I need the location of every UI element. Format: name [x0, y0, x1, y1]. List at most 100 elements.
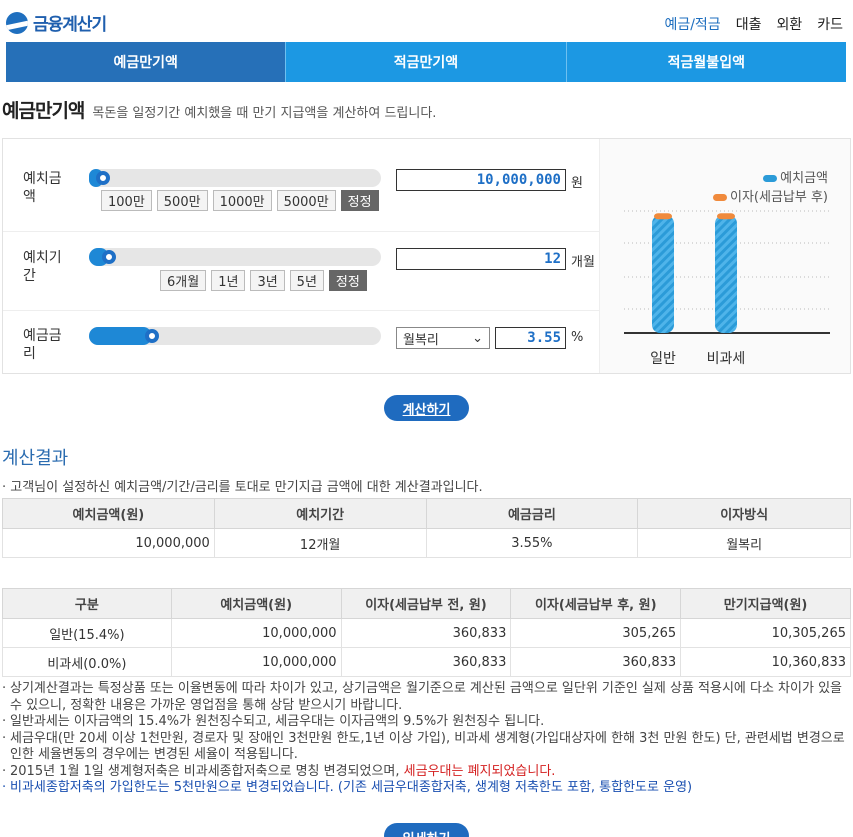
nav-loan[interactable]: 대출: [736, 14, 762, 34]
detail-header: 구분: [2, 588, 172, 619]
summary-cell: 10,000,000: [2, 528, 215, 558]
table-cell: 305,265: [510, 618, 682, 648]
rate-input[interactable]: 3.55: [495, 327, 566, 349]
result-title: 계산결과: [2, 448, 69, 469]
summary-cell: 월복리: [637, 528, 851, 558]
tab-savings-maturity[interactable]: 적금만기액: [286, 42, 567, 82]
chart-area: 예치금액 이자(세금납부 후) 일반 비과세: [599, 139, 850, 373]
period-chip-5y[interactable]: 5년: [289, 270, 324, 291]
page-title: 예금만기액: [2, 100, 85, 122]
summary-header: 예금금리: [425, 498, 639, 529]
detail-header: 예치금액(원): [170, 588, 342, 619]
summary-header: 예치기간: [213, 498, 427, 529]
chart-category-label: 비과세: [707, 351, 746, 367]
top-nav: 예금/적금 대출 외환 카드: [664, 14, 843, 34]
calculator-panel: 예치금액 100만 500만 1000만 5000만 정정 10,000,000…: [2, 138, 851, 374]
table-cell: 360,833: [340, 618, 512, 648]
note-item: 비과세종합저축의 가입한도는 5천만원으로 변경되었습니다. (기존 세금우대종…: [2, 780, 848, 797]
detail-table: 구분 예치금액(원) 이자(세금납부 전, 원) 이자(세금납부 후, 원) 만…: [2, 588, 851, 677]
table-cell: 360,833: [510, 647, 682, 677]
period-unit: 개월: [571, 255, 595, 270]
note-item: 일반과세는 이자금액의 15.4%가 원천징수되고, 세금우대는 이자금액의 9…: [2, 714, 848, 731]
chart-bar-interest: [717, 213, 735, 220]
deposit-slider-knob[interactable]: [95, 171, 110, 185]
period-chip-3y[interactable]: 3년: [250, 270, 285, 291]
result-description: · 고객님이 설정하신 예치금액/기간/금리를 토대로 만기지급 금액에 대한 …: [2, 480, 483, 495]
table-cell: 10,000,000: [170, 618, 342, 648]
logo[interactable]: 금융계산기: [6, 10, 107, 35]
deposit-chip-500[interactable]: 500만: [156, 190, 208, 211]
note-text: 2015년 1월 1일 생계형저축은 비과세종합저축으로 명칭 변경되었으며,: [10, 763, 404, 779]
detail-header-row: 구분 예치금액(원) 이자(세금납부 전, 원) 이자(세금납부 후, 원) 만…: [2, 588, 851, 619]
table-cell: 일반(15.4%): [2, 618, 172, 648]
detail-header: 만기지급액(원): [680, 588, 851, 619]
rate-slider-fill: [89, 327, 153, 345]
tab-deposit-maturity[interactable]: 예금만기액: [6, 42, 287, 82]
note-item: 2015년 1월 1일 생계형저축은 비과세종합저축으로 명칭 변경되었으며, …: [2, 764, 848, 781]
table-cell: 10,305,265: [680, 618, 851, 648]
table-row: 비과세(0.0%) 10,000,000 360,833 360,833 10,…: [2, 647, 851, 677]
chevron-down-icon: ⌄: [472, 330, 483, 346]
page-description: 목돈을 일정기간 예치했을 때 만기 지급액을 계산하여 드립니다.: [92, 106, 437, 121]
rate-slider[interactable]: [89, 327, 381, 345]
nav-deposit-savings[interactable]: 예금/적금: [664, 14, 720, 34]
summary-row: 10,000,000 12개월 3.55% 월복리: [2, 528, 851, 558]
period-slider-knob[interactable]: [101, 250, 116, 264]
calculate-button[interactable]: 계산하기: [384, 395, 469, 421]
detail-header: 이자(세금납부 후, 원): [510, 588, 682, 619]
tab-savings-monthly[interactable]: 적금월불입액: [567, 42, 846, 82]
deposit-slider[interactable]: [89, 169, 381, 187]
rate-slider-knob[interactable]: [145, 329, 160, 343]
deposit-reset-button[interactable]: 정정: [340, 190, 379, 211]
deposit-unit: 원: [571, 176, 583, 191]
page-header: 예금만기액 목돈을 일정기간 예치했을 때 만기 지급액을 계산하여 드립니다.: [2, 96, 436, 123]
note-highlight: 세금우대는 폐지되었습니다.: [403, 763, 556, 779]
table-row: 일반(15.4%) 10,000,000 360,833 305,265 10,…: [2, 618, 851, 648]
deposit-quick-buttons: 100만 500만 1000만 5000만 정정: [101, 190, 379, 211]
logo-icon: [6, 11, 28, 34]
deposit-chip-100[interactable]: 100만: [101, 190, 152, 211]
period-row: 예치기간 6개월 1년 3년 5년 정정 12 개월: [3, 232, 599, 311]
summary-cell: 3.55%: [425, 528, 639, 558]
top-bar: 금융계산기 예금/적금 대출 외환 카드: [0, 0, 853, 40]
deposit-row: 예치금액 100만 500만 1000만 5000만 정정 10,000,000…: [3, 139, 599, 232]
period-chip-1y[interactable]: 1년: [211, 270, 246, 291]
summary-header: 이자방식: [637, 498, 851, 529]
nav-card[interactable]: 카드: [817, 14, 843, 34]
nav-exchange[interactable]: 외환: [776, 14, 802, 34]
detail-button[interactable]: 일세하기: [384, 823, 469, 837]
period-chip-6m[interactable]: 6개월: [160, 270, 207, 291]
period-quick-buttons: 6개월 1년 3년 5년 정정: [160, 270, 367, 291]
period-reset-button[interactable]: 정정: [328, 270, 367, 291]
chart-bar-principal: [715, 215, 737, 333]
period-slider[interactable]: [89, 248, 381, 266]
table-cell: 10,360,833: [680, 647, 851, 677]
note-item: 세금우대(만 20세 이상 1천만원, 경로자 및 장애인 3천만원 한도,1년…: [2, 731, 848, 764]
interest-method-select[interactable]: 월복리 ⌄: [396, 327, 490, 349]
chart-category-label: 일반: [650, 351, 676, 367]
summary-header: 예치금액(원): [2, 498, 215, 529]
detail-header: 이자(세금납부 전, 원): [340, 588, 512, 619]
note-item: 상기계산결과는 특정상품 또는 이율변동에 따라 차이가 있고, 상기금액은 월…: [2, 681, 848, 714]
chart-svg: 일반 비과세: [624, 210, 830, 367]
interest-method-value: 월복리: [403, 332, 439, 348]
chart-bar-interest: [654, 213, 672, 220]
deposit-label: 예치금액: [23, 171, 62, 205]
result-description-text: 고객님이 설정하신 예치금액/기간/금리를 토대로 만기지급 금액에 대한 계산…: [10, 480, 483, 495]
summary-header-row: 예치금액(원) 예치기간 예금금리 이자방식: [2, 498, 851, 529]
notes: 상기계산결과는 특정상품 또는 이율변동에 따라 차이가 있고, 상기금액은 월…: [2, 681, 848, 797]
deposit-chip-1000[interactable]: 1000만: [212, 190, 272, 211]
table-cell: 비과세(0.0%): [2, 647, 172, 677]
period-label: 예치기간: [23, 250, 62, 284]
rate-row: 예금금리 월복리 ⌄ 3.55 %: [3, 311, 599, 373]
period-input[interactable]: 12: [396, 248, 566, 270]
rate-unit: %: [571, 330, 584, 345]
summary-table: 예치금액(원) 예치기간 예금금리 이자방식 10,000,000 12개월 3…: [2, 498, 851, 558]
deposit-chip-5000[interactable]: 5000만: [276, 190, 336, 211]
brand-name: 금융계산기: [33, 15, 107, 35]
calculator-tabs: 예금만기액 적금만기액 적금월불입액: [6, 42, 846, 82]
table-cell: 10,000,000: [170, 647, 342, 677]
summary-cell: 12개월: [213, 528, 427, 558]
rate-label: 예금금리: [23, 328, 62, 362]
deposit-amount-input[interactable]: 10,000,000: [396, 169, 566, 191]
